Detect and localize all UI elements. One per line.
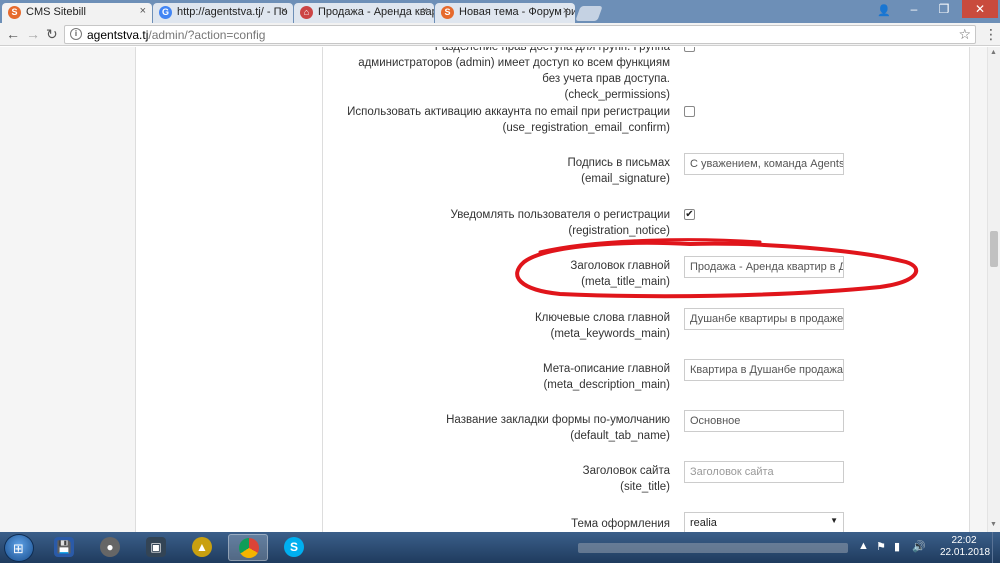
windows-logo-icon: ⊞ (13, 541, 24, 556)
meta-title-main-input[interactable]: Продажа - Аренда квартир в Ду (684, 256, 844, 278)
url-path: /admin/?action=config (148, 28, 266, 42)
reload-icon[interactable]: ↻ (46, 25, 58, 43)
default-tab-name-input[interactable]: Основное (684, 410, 844, 432)
tab-label: CMS Sitebill (26, 6, 86, 18)
page-viewport: Разделение прав доступа для групп. Групп… (0, 47, 987, 532)
tab-agentstva-google[interactable]: G http://agentstva.tj/ - По × (153, 3, 293, 23)
tab-label: Новая тема - Форум ри (459, 6, 575, 18)
site-title-input[interactable]: Заголовок сайта (684, 461, 844, 483)
setting-label: Заголовок главной (meta_title_main) (570, 260, 670, 288)
show-desktop-button[interactable] (992, 532, 1000, 563)
setting-label: Ключевые слова главной (meta_keywords_ma… (534, 312, 670, 340)
close-icon[interactable]: × (140, 5, 146, 17)
sitebill-favicon-icon: S (8, 6, 21, 19)
theme-select[interactable]: realia ▼ (684, 512, 844, 532)
tab-label: http://agentstva.tj/ - По (177, 6, 288, 18)
info-icon[interactable]: i (70, 28, 82, 40)
media-player-icon: ▣ (146, 537, 166, 557)
browser-tab-strip: S CMS Sitebill × G http://agentstva.tj/ … (0, 0, 1000, 23)
scroll-up-icon[interactable]: ▲ (990, 49, 997, 56)
flag-icon[interactable]: ⚑ (876, 540, 886, 553)
minimize-icon[interactable]: – (900, 0, 928, 18)
registration-notice-checkbox[interactable]: ✔ (684, 209, 695, 220)
forward-arrow-icon[interactable]: → (26, 25, 40, 43)
setting-label: Мета-описание главной (meta_description_… (543, 363, 670, 391)
taskbar-app-player[interactable]: ▣ (136, 534, 176, 561)
setting-label: Название закладки формы по-умолчанию (de… (446, 414, 670, 442)
volume-icon[interactable]: 🔊 (912, 540, 926, 553)
bookmark-star-icon[interactable]: ☆ (958, 26, 971, 43)
taskbar-app-chrome[interactable] (228, 534, 268, 561)
google-favicon-icon: G (159, 6, 172, 19)
taskbar-app-save[interactable]: 💾 (44, 534, 84, 561)
meta-description-main-input[interactable]: Квартира в Душанбе продажа - (684, 359, 844, 381)
config-form: Разделение прав доступа для групп. Групп… (323, 47, 970, 532)
chevron-down-icon: ▼ (830, 516, 838, 525)
system-clock[interactable]: 22:02 22.01.2018 (940, 535, 991, 559)
sitebill-favicon-icon: S (441, 6, 454, 19)
film-reel-icon: ● (100, 537, 120, 557)
blurred-tray-area (578, 543, 848, 553)
setting-label: Разделение прав доступа для групп. Групп… (358, 47, 670, 101)
browser-toolbar: ← → ↻ i agentstva.tj/admin/?action=confi… (0, 23, 1000, 46)
email-confirm-checkbox[interactable] (684, 106, 695, 117)
url-host: agentstva.tj (87, 28, 149, 42)
check-permissions-checkbox[interactable] (684, 47, 695, 52)
tab-label: Продажа - Аренда кварт (318, 6, 434, 18)
floppy-disk-icon: 💾 (54, 537, 74, 557)
vertical-scrollbar[interactable]: ▲ ▼ (987, 47, 1000, 532)
clock-time: 22:02 (951, 535, 977, 546)
menu-kebab-icon[interactable]: ⋮ (984, 26, 998, 43)
tab-cms-sitebill[interactable]: S CMS Sitebill × (2, 3, 152, 23)
chrome-icon (239, 538, 259, 558)
network-icon[interactable]: ▮ (894, 540, 900, 553)
tray-expand-icon[interactable]: ▲ (858, 540, 869, 552)
setting-label: Заголовок сайта (site_title) (582, 465, 670, 493)
scroll-down-icon[interactable]: ▼ (990, 521, 997, 528)
email-signature-input[interactable]: С уважением, команда Agentstv (684, 153, 844, 175)
setting-label: Уведомлять пользователя о регистрации (r… (450, 209, 670, 237)
close-window-icon[interactable]: ✕ (962, 0, 998, 18)
setting-label: Использовать активацию аккаунта по email… (347, 106, 670, 134)
maximize-icon[interactable]: ❐ (930, 0, 958, 18)
setting-label: Подпись в письмах (email_signature) (567, 157, 670, 185)
taskbar-app-archive[interactable]: ▲ (182, 534, 222, 561)
archive-icon: ▲ (192, 537, 212, 557)
house-favicon-icon: ⌂ (300, 6, 313, 19)
skype-icon: S (284, 537, 304, 557)
new-tab-button[interactable] (575, 6, 603, 21)
taskbar-app-media[interactable]: ● (90, 534, 130, 561)
profile-icon[interactable]: 👤 (877, 4, 891, 18)
meta-keywords-main-input[interactable]: Душанбе квартиры в продаже и (684, 308, 844, 330)
windows-taskbar: ⊞ 💾 ● ▣ ▲ S ▲ ⚑ ▮ 🔊 22:02 22.01.2018 (0, 532, 1000, 563)
setting-label: Тема оформления (571, 518, 670, 530)
tab-prodazha-arenda[interactable]: ⌂ Продажа - Аренда кварт × (294, 3, 434, 23)
close-icon[interactable]: × (422, 5, 428, 17)
close-icon[interactable]: × (281, 5, 287, 17)
close-icon[interactable]: × (563, 5, 569, 17)
address-bar[interactable]: i agentstva.tj/admin/?action=config ☆ (64, 25, 976, 44)
start-button[interactable]: ⊞ (4, 534, 34, 562)
back-arrow-icon[interactable]: ← (6, 25, 20, 43)
scrollbar-thumb[interactable] (990, 231, 998, 267)
left-sidebar-panel (135, 47, 323, 532)
tab-novaya-tema[interactable]: S Новая тема - Форум ри × (435, 3, 575, 23)
taskbar-app-skype[interactable]: S (274, 534, 314, 561)
clock-date: 22.01.2018 (940, 547, 991, 558)
